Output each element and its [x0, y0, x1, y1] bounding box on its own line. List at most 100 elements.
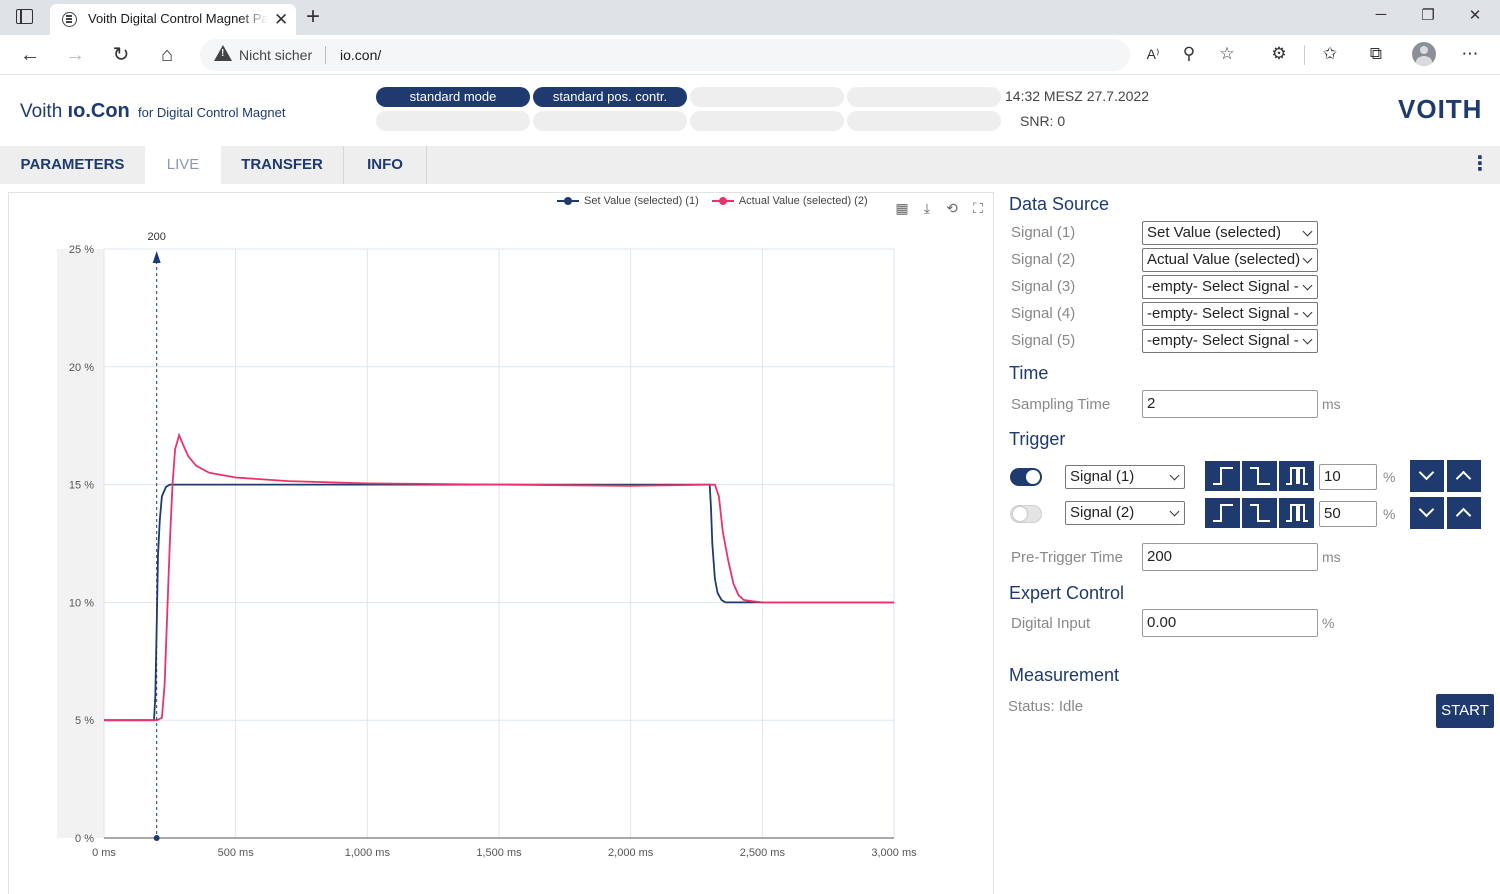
x-tick-label: 500 ms: [218, 847, 255, 859]
digital-input-label: Digital Input: [1011, 615, 1091, 632]
reload-icon[interactable]: ↻: [106, 41, 136, 69]
x-tick-label: 1,500 ms: [476, 847, 522, 859]
close-window-icon[interactable]: ✕: [1460, 6, 1490, 24]
tab-parameters[interactable]: PARAMETERS: [0, 146, 145, 184]
y-tick-label: 10 %: [69, 597, 94, 609]
minimize-icon[interactable]: ─: [1366, 6, 1396, 23]
trigger-level-unit-2: %: [1383, 506, 1396, 522]
mode-pill-6: [533, 111, 687, 131]
restore-icon[interactable]: ❐: [1413, 6, 1443, 24]
new-tab-icon[interactable]: +: [306, 4, 320, 30]
voith-logo: VOITH: [1398, 94, 1483, 124]
measurement-status: Status: Idle: [1008, 698, 1084, 715]
signal-label-1: Signal (1): [1011, 224, 1076, 241]
chart-legend: Set Value (selected) (1) Actual Value (s…: [557, 195, 878, 210]
favorites-icon[interactable]: ✩: [1317, 41, 1343, 67]
trigger-level-down-button-2[interactable]: [1410, 497, 1444, 529]
trigger-level-up-button-1[interactable]: [1447, 460, 1481, 492]
both-edges-icon: [1286, 504, 1308, 522]
chevron-down-icon: [1418, 464, 1435, 481]
header-snr: SNR: 0: [1020, 113, 1066, 129]
chevron-down-icon: [1302, 334, 1313, 345]
chevron-down-icon: [1302, 226, 1313, 237]
warning-icon: [214, 45, 232, 61]
tab-transfer[interactable]: TRANSFER: [221, 146, 343, 184]
tab-separator: [426, 146, 427, 184]
extensions-icon[interactable]: ⚙: [1266, 41, 1292, 67]
both-edges-icon: [1286, 467, 1308, 485]
trigger-level-unit-1: %: [1383, 469, 1396, 485]
collections-icon[interactable]: ⧉: [1363, 41, 1389, 67]
reset-zoom-icon[interactable]: ⟲: [943, 199, 961, 217]
fullscreen-icon[interactable]: ⛶: [969, 199, 987, 217]
address-divider: [325, 46, 326, 64]
trigger-level-input-1[interactable]: 10: [1319, 464, 1377, 490]
read-aloud-icon[interactable]: A⁾: [1140, 41, 1166, 67]
signal-select-5[interactable]: -empty- Select Signal -: [1142, 329, 1318, 353]
live-chart: 0 % 5 % 10 % 15 % 20 % 25 % 0 ms 500 ms 1,000 ms…: [57, 231, 917, 859]
signal-select-1[interactable]: Set Value (selected): [1142, 221, 1318, 245]
signal-select-4[interactable]: -empty- Select Signal -: [1142, 302, 1318, 326]
trigger-level-input-2[interactable]: 50: [1319, 501, 1377, 527]
signal-select-2[interactable]: Actual Value (selected): [1142, 248, 1318, 272]
browser-titlebar: Voith Digital Control Magnet Parameter ✕…: [0, 0, 1500, 35]
start-button[interactable]: START: [1436, 694, 1494, 728]
home-icon[interactable]: ⌂: [152, 41, 182, 69]
trigger-level-up-button-2[interactable]: [1447, 497, 1481, 529]
pretrigger-time-input[interactable]: 200: [1142, 543, 1318, 571]
trigger-signal-select-2[interactable]: Signal (2): [1065, 501, 1185, 525]
table-view-icon[interactable]: ▦: [893, 199, 911, 217]
close-tab-icon[interactable]: ✕: [274, 11, 288, 28]
add-favorite-icon[interactable]: ☆: [1214, 41, 1240, 67]
section-title-time: Time: [1009, 363, 1049, 383]
app-header: Voith ıo.Con for Digital Control Magnet …: [0, 76, 1500, 146]
both-edges-button[interactable]: [1278, 497, 1315, 529]
trigger-marker-label: 200: [147, 231, 165, 243]
trigger-level-down-button-1[interactable]: [1410, 460, 1444, 492]
browser-tab[interactable]: Voith Digital Control Magnet Parameter ✕: [50, 4, 296, 35]
trigger-signal-select-1[interactable]: Signal (1): [1065, 465, 1185, 489]
y-tick-label: 20 %: [69, 362, 94, 374]
back-icon[interactable]: ←: [15, 41, 45, 69]
signal-select-3[interactable]: -empty- Select Signal -: [1142, 275, 1318, 299]
toolbar-divider: [1304, 45, 1305, 65]
tab-info[interactable]: INFO: [344, 146, 426, 184]
trigger-signal-value: Signal (2): [1070, 504, 1135, 521]
mode-pill-2: standard pos. contr.: [533, 87, 687, 107]
pretrigger-time-unit: ms: [1322, 549, 1341, 565]
kebab-menu-icon[interactable]: ⋮: [1470, 154, 1490, 174]
mode-pill-3: [690, 87, 844, 107]
legend-swatch-icon: [711, 195, 734, 207]
tab-live[interactable]: LIVE: [145, 146, 221, 184]
signal-select-value: -empty- Select Signal -: [1147, 305, 1299, 322]
forward-icon[interactable]: →: [60, 41, 90, 69]
profile-avatar[interactable]: [1412, 42, 1436, 66]
trigger-toggle-2[interactable]: [1010, 505, 1042, 523]
chevron-down-icon: [1169, 506, 1180, 517]
trigger-toggle-1[interactable]: [1010, 468, 1042, 486]
address-url[interactable]: io.con/: [340, 47, 381, 63]
browser-toolbar: ← → ↻ ⌂ Nicht sicher io.con/ A⁾ ⚲ ☆ ⚙ ✩ …: [0, 35, 1500, 75]
x-tick-label: 2,000 ms: [608, 847, 654, 859]
legend-item-set-value[interactable]: Set Value (selected) (1): [557, 195, 699, 207]
sampling-time-label: Sampling Time: [1011, 396, 1111, 413]
mode-pill-5: [376, 111, 530, 131]
digital-input-field[interactable]: 0.00: [1142, 609, 1318, 637]
both-edges-button[interactable]: [1278, 460, 1315, 492]
page-favicon-icon: [62, 12, 77, 27]
falling-edge-button[interactable]: [1241, 460, 1278, 492]
rising-edge-button[interactable]: [1204, 497, 1241, 529]
legend-item-actual-value[interactable]: Actual Value (selected) (2): [711, 195, 868, 207]
sidebar-toggle-icon[interactable]: [16, 9, 33, 24]
download-icon[interactable]: ⤓: [918, 199, 936, 217]
signal-label-5: Signal (5): [1011, 332, 1076, 349]
more-menu-icon[interactable]: ⋯: [1457, 41, 1483, 67]
sampling-time-input[interactable]: 2: [1142, 390, 1318, 418]
address-bar[interactable]: Nicht sicher io.con/: [200, 39, 1130, 71]
section-title-data-source: Data Source: [1009, 194, 1110, 214]
rising-edge-button[interactable]: [1204, 460, 1241, 492]
y-tick-label: 15 %: [69, 480, 94, 492]
zoom-icon[interactable]: ⚲: [1176, 41, 1202, 67]
address-security[interactable]: Nicht sicher: [239, 47, 312, 63]
falling-edge-button[interactable]: [1241, 497, 1278, 529]
